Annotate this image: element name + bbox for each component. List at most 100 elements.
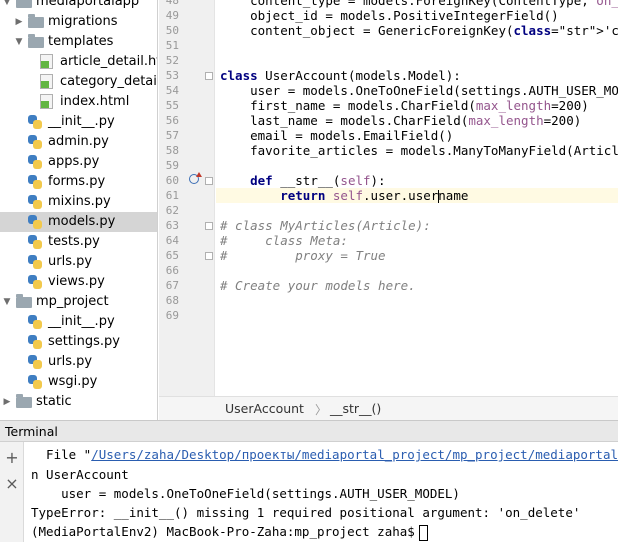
code-line[interactable]: return self.user.username xyxy=(216,188,618,203)
line-number: 63 xyxy=(165,219,179,232)
tree-item-label: category_detail.html xyxy=(60,74,158,89)
tree-item-label: __init__.py xyxy=(48,314,115,329)
code-line[interactable]: # class Meta: xyxy=(220,233,348,248)
chevron-down-icon[interactable]: ▼ xyxy=(2,0,12,12)
line-number: 60 xyxy=(165,174,179,187)
terminal-line: user = models.OneToOneField(settings.AUT… xyxy=(31,486,460,501)
terminal-line: n UserAccount xyxy=(31,467,129,482)
tree-item-label: tests.py xyxy=(48,234,100,249)
breadcrumb: UserAccount 〉 __str__() xyxy=(159,396,618,420)
line-number: 48 xyxy=(165,0,179,7)
override-method-icon[interactable] xyxy=(188,172,202,184)
editor-gutter: 48 49 50 51 52 53 54 55 56 57 58 59 60 61 62 63 64 65 66 67… xyxy=(159,0,215,396)
code-line[interactable]: content_type = models.ForeignKey(Content… xyxy=(220,0,618,8)
line-number: 61 xyxy=(165,189,179,202)
terminal-toolbar: + × xyxy=(0,442,24,542)
line-number: 66 xyxy=(165,264,179,277)
tree-item-label: static xyxy=(36,394,72,409)
breadcrumb-item-class[interactable]: UserAccount xyxy=(225,401,304,416)
python-file-icon xyxy=(28,135,42,149)
folder-icon xyxy=(16,0,32,8)
breadcrumb-separator: 〉 xyxy=(315,403,328,417)
tree-item-label: forms.py xyxy=(48,174,106,189)
code-line[interactable]: favorite_articles = models.ManyToManyFie… xyxy=(220,143,618,158)
folder-icon xyxy=(28,14,44,28)
code-line[interactable]: email = models.EmailField() xyxy=(220,128,453,143)
tree-item-label: urls.py xyxy=(48,254,93,269)
terminal-title[interactable]: Terminal xyxy=(5,424,58,439)
line-number: 51 xyxy=(165,39,179,52)
tree-item-label: urls.py xyxy=(48,354,93,369)
tree-item[interactable]: models.py xyxy=(0,212,157,232)
line-number: 64 xyxy=(165,234,179,247)
tree-item-label: admin.py xyxy=(48,134,109,149)
line-number: 54 xyxy=(165,84,179,97)
code-line[interactable]: # proxy = True xyxy=(220,248,386,263)
code-line[interactable]: def __str__(self): xyxy=(220,173,385,188)
breadcrumb-item-method[interactable]: __str__() xyxy=(330,401,381,416)
python-file-icon xyxy=(28,155,42,169)
tree-item-label: migrations xyxy=(48,14,118,29)
fold-marker-icon[interactable] xyxy=(205,252,213,260)
line-number: 65 xyxy=(165,249,179,262)
terminal-prompt: (MediaPortalEnv2) MacBook-Pro-Zaha:mp_pr… xyxy=(31,524,415,539)
line-number: 59 xyxy=(165,159,179,172)
code-line[interactable]: user = models.OneToOneField(settings.AUT… xyxy=(220,83,618,98)
folder-icon xyxy=(16,394,32,408)
code-line[interactable]: object_id = models.PositiveIntegerField(… xyxy=(220,8,559,23)
tree-item-label: __init__.py xyxy=(48,114,115,129)
chevron-down-icon[interactable]: ▼ xyxy=(14,32,24,52)
terminal-prompt-line: (MediaPortalEnv2) MacBook-Pro-Zaha:mp_pr… xyxy=(31,522,428,541)
tree-item-label: settings.py xyxy=(48,334,120,349)
tree-item-label: templates xyxy=(48,34,114,49)
project-tree: ▼ mediaportalapp ▶ migrations ▼ templates arti… xyxy=(0,0,158,420)
python-file-icon xyxy=(28,375,42,389)
python-file-icon xyxy=(28,195,42,209)
python-file-icon xyxy=(28,335,42,349)
tree-item-label: wsgi.py xyxy=(48,374,98,389)
python-file-icon xyxy=(28,115,42,129)
tree-item-label: views.py xyxy=(48,274,105,289)
terminal-output[interactable]: File "/Users/zaha/Desktop/проекты/mediap… xyxy=(25,442,618,542)
code-editor[interactable]: content_type = models.ForeignKey(Content… xyxy=(216,0,618,396)
fold-marker-icon[interactable] xyxy=(205,72,213,80)
terminal-cursor xyxy=(418,524,428,541)
html-icon xyxy=(40,54,53,69)
line-number: 55 xyxy=(165,99,179,112)
chevron-right-icon[interactable]: ▶ xyxy=(2,392,12,412)
python-file-icon xyxy=(28,175,42,189)
tree-item-label: mixins.py xyxy=(48,194,111,209)
fold-marker-icon[interactable] xyxy=(205,222,213,230)
folder-icon xyxy=(16,294,32,308)
code-line[interactable]: content_object = GenericForeignKey(class… xyxy=(220,23,618,38)
python-file-icon xyxy=(28,315,42,329)
fold-marker-icon[interactable] xyxy=(205,177,213,185)
html-icon xyxy=(40,74,53,89)
python-file-icon xyxy=(28,255,42,269)
code-line[interactable]: # class MyArticles(Article): xyxy=(220,218,431,233)
close-terminal-icon[interactable]: × xyxy=(4,476,20,492)
code-line[interactable]: # Create your models here. xyxy=(220,278,416,293)
tree-item-label: article_detail.html xyxy=(60,54,157,69)
terminal-header: Terminal xyxy=(0,420,618,442)
tree-item-label: mp_project xyxy=(36,294,109,309)
traceback-file-link[interactable]: /Users/zaha/Desktop/проекты/mediaportal_… xyxy=(91,447,618,462)
html-icon xyxy=(40,94,53,109)
line-number: 58 xyxy=(165,144,179,157)
line-number: 69 xyxy=(165,309,179,322)
line-number: 53 xyxy=(165,69,179,82)
code-line[interactable]: first_name = models.CharField(max_length… xyxy=(220,98,589,113)
tree-item-label: mediaportalapp xyxy=(36,0,140,9)
line-number: 52 xyxy=(165,54,179,67)
line-number: 56 xyxy=(165,114,179,127)
line-number: 50 xyxy=(165,24,179,37)
chevron-right-icon[interactable]: ▶ xyxy=(14,12,24,32)
code-line[interactable]: last_name = models.CharField(max_length=… xyxy=(220,113,581,128)
line-number: 62 xyxy=(165,204,179,217)
python-file-icon xyxy=(28,275,42,289)
python-file-icon xyxy=(28,355,42,369)
add-terminal-icon[interactable]: + xyxy=(4,450,20,466)
line-number: 49 xyxy=(165,9,179,22)
chevron-down-icon[interactable]: ▼ xyxy=(2,292,12,312)
code-line[interactable]: class UserAccount(models.Model): xyxy=(220,68,461,83)
